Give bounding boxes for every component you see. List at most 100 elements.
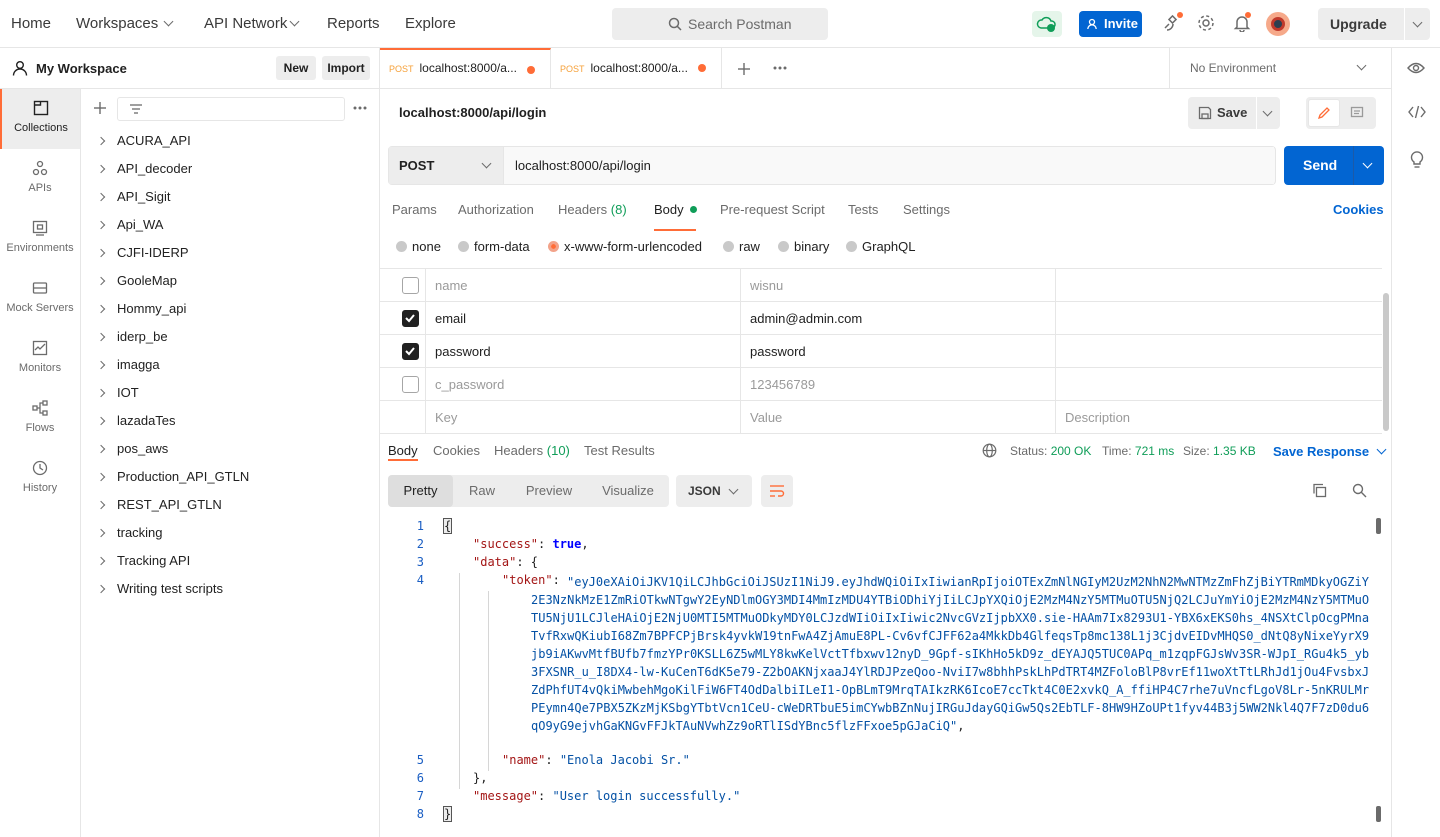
- avatar[interactable]: [1266, 12, 1290, 36]
- search-icon[interactable]: [1352, 483, 1367, 498]
- gear-icon[interactable]: [1197, 14, 1215, 32]
- code-icon[interactable]: [1408, 105, 1426, 119]
- tab-settings[interactable]: Settings: [903, 202, 950, 217]
- param-checkbox[interactable]: [402, 310, 419, 327]
- chevron-right-icon[interactable]: [96, 528, 106, 538]
- radio-graphql[interactable]: GraphQL: [846, 239, 915, 254]
- chevron-right-icon[interactable]: [96, 472, 106, 482]
- request-tab[interactable]: POST localhost:8000/a...: [380, 48, 551, 89]
- collection-item[interactable]: Writing test scripts: [81, 575, 379, 603]
- chevron-right-icon[interactable]: [96, 500, 106, 510]
- plus-icon[interactable]: [93, 101, 107, 115]
- collection-item[interactable]: lazadaTes: [81, 407, 379, 435]
- comment-icon[interactable]: [1350, 106, 1364, 120]
- wrap-lines-button[interactable]: [761, 475, 793, 507]
- code-scrollbar-top[interactable]: [1376, 518, 1381, 534]
- tab-tests[interactable]: Tests: [848, 202, 878, 217]
- collection-item[interactable]: Tracking API: [81, 547, 379, 575]
- param-description[interactable]: [1055, 269, 1382, 302]
- sync-status[interactable]: [1032, 11, 1062, 37]
- tab-body[interactable]: Body: [654, 202, 697, 217]
- collection-item[interactable]: ACURA_API: [81, 127, 379, 155]
- collection-item[interactable]: pos_aws: [81, 435, 379, 463]
- view-pretty[interactable]: Pretty: [388, 475, 453, 507]
- response-tab-test-results[interactable]: Test Results: [584, 443, 655, 458]
- tab-params[interactable]: Params: [392, 202, 437, 217]
- save-response-button[interactable]: Save Response: [1273, 444, 1387, 459]
- view-visualize[interactable]: Visualize: [593, 475, 663, 507]
- param-description[interactable]: [1055, 368, 1382, 401]
- response-status[interactable]: Status: 200 OK: [1010, 444, 1091, 458]
- description-placeholder[interactable]: Description: [1055, 401, 1382, 434]
- value-placeholder[interactable]: Value: [740, 401, 1055, 434]
- globe-icon[interactable]: [982, 443, 997, 458]
- chevron-down-icon[interactable]: [1362, 158, 1373, 169]
- view-raw[interactable]: Raw: [460, 475, 504, 507]
- edit-mode-button[interactable]: [1308, 99, 1340, 127]
- chevron-down-icon[interactable]: [1262, 106, 1273, 117]
- params-scrollbar[interactable]: [1383, 293, 1389, 431]
- save-button[interactable]: Save: [1188, 97, 1280, 129]
- rail-item-monitors[interactable]: Monitors: [0, 329, 80, 389]
- param-key[interactable]: password: [425, 335, 740, 368]
- collection-item[interactable]: IOT: [81, 379, 379, 407]
- invite-button[interactable]: Invite: [1079, 11, 1142, 37]
- send-button[interactable]: Send: [1284, 146, 1384, 185]
- rail-item-apis[interactable]: APIs: [0, 149, 80, 209]
- radio-none[interactable]: none: [396, 239, 441, 254]
- url-input[interactable]: [504, 147, 1274, 184]
- copy-icon[interactable]: [1312, 483, 1327, 498]
- param-value[interactable]: wisnu: [740, 269, 1055, 302]
- param-key[interactable]: name: [425, 269, 740, 302]
- chevron-right-icon[interactable]: [96, 444, 106, 454]
- view-preview[interactable]: Preview: [516, 475, 582, 507]
- chevron-right-icon[interactable]: [96, 584, 106, 594]
- new-tab-icon[interactable]: [737, 62, 751, 76]
- chevron-right-icon[interactable]: [96, 556, 106, 566]
- chevron-right-icon[interactable]: [96, 192, 106, 202]
- lightbulb-icon[interactable]: [1409, 151, 1425, 169]
- collection-item[interactable]: GooleMap: [81, 267, 379, 295]
- collection-item[interactable]: Hommy_api: [81, 295, 379, 323]
- collection-item[interactable]: REST_API_GTLN: [81, 491, 379, 519]
- rail-item-flows[interactable]: Flows: [0, 389, 80, 449]
- response-body-editor[interactable]: 1 { 2 "success": true, 3 "data": { 4 "to…: [380, 515, 1382, 837]
- tab-headers[interactable]: Headers (8): [558, 202, 627, 217]
- rail-item-mock-servers[interactable]: Mock Servers: [0, 269, 80, 329]
- chevron-right-icon[interactable]: [96, 248, 106, 258]
- radio-raw[interactable]: raw: [723, 239, 760, 254]
- chevron-right-icon[interactable]: [96, 136, 106, 146]
- param-checkbox[interactable]: [402, 343, 419, 360]
- chevron-down-icon[interactable]: [1412, 17, 1423, 28]
- more-options-icon[interactable]: [353, 106, 367, 110]
- param-key[interactable]: email: [425, 302, 740, 335]
- collection-item[interactable]: iderp_be: [81, 323, 379, 351]
- response-tab-cookies[interactable]: Cookies: [433, 443, 480, 458]
- param-value[interactable]: admin@admin.com: [740, 302, 1055, 335]
- chevron-right-icon[interactable]: [96, 304, 106, 314]
- param-value[interactable]: password: [740, 335, 1055, 368]
- radio-form-data[interactable]: form-data: [458, 239, 530, 254]
- key-placeholder[interactable]: Key: [425, 401, 740, 434]
- collection-item[interactable]: API_Sigit: [81, 183, 379, 211]
- filter-input[interactable]: [117, 97, 345, 121]
- code-scrollbar-bottom[interactable]: [1376, 806, 1381, 822]
- chevron-right-icon[interactable]: [96, 276, 106, 286]
- chevron-right-icon[interactable]: [96, 164, 106, 174]
- rail-item-history[interactable]: History: [0, 449, 80, 509]
- response-tab-body[interactable]: Body: [388, 443, 418, 458]
- format-select[interactable]: JSON: [676, 475, 752, 507]
- rail-item-collections[interactable]: Collections: [0, 89, 80, 149]
- tab-authorization[interactable]: Authorization: [458, 202, 534, 217]
- nav-workspaces[interactable]: Workspaces: [76, 15, 174, 32]
- radio-urlencoded[interactable]: x-www-form-urlencoded: [548, 239, 702, 254]
- request-title[interactable]: localhost:8000/api/login: [399, 105, 546, 120]
- collection-item[interactable]: Production_API_GTLN: [81, 463, 379, 491]
- cookies-link[interactable]: Cookies: [1333, 202, 1384, 217]
- more-tabs-icon[interactable]: [773, 66, 787, 70]
- import-button[interactable]: Import: [322, 56, 370, 80]
- chevron-right-icon[interactable]: [96, 220, 106, 230]
- request-tab[interactable]: POST localhost:8000/a...: [551, 48, 722, 89]
- nav-api-network[interactable]: API Network: [204, 15, 300, 32]
- tab-prerequest-script[interactable]: Pre-request Script: [720, 202, 825, 217]
